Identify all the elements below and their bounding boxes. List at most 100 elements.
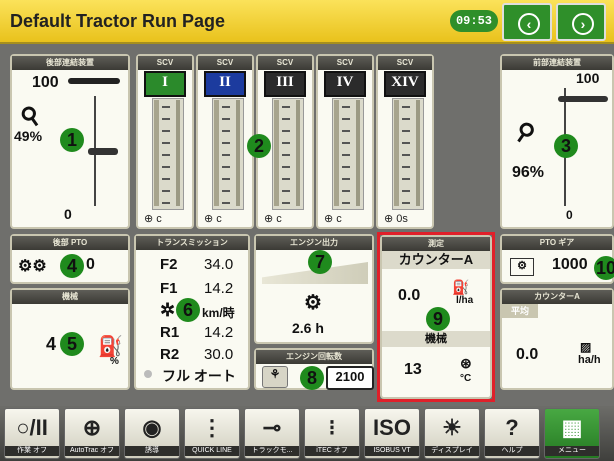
implement-value: 4 [46, 334, 57, 354]
callout-9: 9 [426, 307, 450, 331]
transmission-panel[interactable]: トランスミッション F2 34.0 F1 14.2 ✲ km/時 6 R1 14… [134, 234, 250, 390]
counter-a-value: 0.0 [516, 346, 539, 363]
scv-panel[interactable]: SCV II ⊕ c [196, 54, 254, 229]
toolbar-button[interactable]: ⋮ QUICK LINE [184, 408, 240, 459]
callout-3: 3 [554, 134, 578, 158]
callout-10: 10 [594, 256, 614, 280]
scv-flow-fill [214, 100, 219, 206]
toolbar-label: AutoTrac オフ [65, 446, 119, 456]
scv-tick [342, 130, 350, 132]
toolbar-icon: ◉ [142, 415, 162, 440]
scv-tick [402, 118, 410, 120]
mode-indicator-icon [144, 370, 152, 378]
scv-label: XIV [384, 71, 426, 97]
scv-footer: ⊕ c [324, 212, 342, 225]
engine-output-panel[interactable]: エンジン出力 7 ⚙ 2.6 h [254, 234, 374, 344]
scv-label: I [144, 71, 186, 97]
pto-gear-header: PTO ギア [502, 236, 612, 250]
arrow-right-icon: › [572, 13, 594, 35]
toolbar-icon: ? [505, 415, 519, 440]
prev-page-button[interactable]: ‹ [502, 3, 552, 41]
hitch-top-marker-icon [68, 78, 120, 84]
rear-pto-panel[interactable]: 後部 PTO ⚙⚙ 4 0 [10, 234, 130, 284]
scv-header: SCV [378, 56, 432, 70]
scv-tick [222, 154, 230, 156]
scv-flow-fill [356, 100, 360, 206]
front-hitch-level-marker [558, 96, 608, 102]
engine-icon: ⚙ [304, 292, 322, 314]
fuel-area-icon: ⛽ [452, 279, 470, 295]
counter-a-panel[interactable]: カウンターA 平均 0.0 ▨ ha/h [500, 288, 614, 390]
implement-panel[interactable]: 機械 4 5 ⛽ % [10, 288, 130, 390]
scv-tick [402, 142, 410, 144]
average-tab[interactable]: 平均 [502, 304, 538, 318]
fuel-rate-value: 0.0 [398, 287, 421, 304]
front-hitch-top-value: 100 [576, 70, 600, 86]
speed-unit: km/時 [202, 306, 235, 320]
scv-tick [402, 130, 410, 132]
scv-tick [222, 142, 230, 144]
toolbar-label: iTEC オフ [305, 446, 359, 456]
rear-hitch-top-value: 100 [32, 74, 59, 91]
toolbar-label: QUICK LINE [185, 446, 239, 456]
timer-icon: ⊕ [144, 213, 154, 225]
toolbar-icon: ⊸ [262, 415, 282, 440]
toolbar-button[interactable]: ? ヘルプ [484, 408, 540, 459]
toolbar-button[interactable]: ○/II 作業 オフ [4, 408, 60, 459]
scv-tick [342, 178, 350, 180]
scv-tick [162, 142, 170, 144]
scv-panel[interactable]: SCV I ⊕ c [136, 54, 194, 229]
timer-icon: ⊕ [204, 213, 214, 225]
area-rate-icon: ▨ [580, 340, 592, 354]
measurement-header: 測定 [382, 237, 490, 251]
page-title: Default Tractor Run Page [10, 11, 226, 31]
scv-tick [162, 190, 170, 192]
thermometer-icon: ⊛ [460, 355, 472, 371]
toolbar-button[interactable]: ▦ メニュー [544, 408, 600, 459]
rear-hitch-panel[interactable]: 後部連結装置 100 ⚲ 49% 1 0 [10, 54, 130, 229]
scv-tick [402, 178, 410, 180]
scv-tick [342, 142, 350, 144]
next-page-button[interactable]: › [556, 3, 606, 41]
toolbar-button[interactable]: ◉ 誘導 [124, 408, 180, 459]
scv-tick [282, 190, 290, 192]
scv-flow-fill [236, 100, 240, 206]
scv-tick [222, 166, 230, 168]
scv-tick [162, 178, 170, 180]
callout-4: 4 [60, 254, 84, 278]
gear-speed: 14.2 [204, 324, 234, 341]
toolbar-label: 作業 オフ [5, 446, 59, 456]
timer-icon: ⊕ [264, 213, 274, 225]
scv-flow-fill [394, 100, 399, 206]
front-hitch-panel[interactable]: 前部連結装置 100 ⚲ 3 96% 0 [500, 54, 614, 229]
scv-tick [222, 130, 230, 132]
scv-panel[interactable]: SCV IV ⊕ c [316, 54, 374, 229]
timer-icon: ⊕ [324, 213, 334, 225]
scv-tick [342, 202, 350, 204]
scv-label: IV [324, 71, 366, 97]
transmission-header: トランスミッション [136, 236, 248, 250]
scv-tick [402, 154, 410, 156]
scv-tick [342, 118, 350, 120]
engine-rpm-panel[interactable]: エンジン回転数 ⚘ 8 2100 [254, 348, 374, 390]
scv-tick [282, 202, 290, 204]
scv-tick [342, 190, 350, 192]
scv-header: SCV [318, 56, 372, 70]
toolbar-icon: ▦ [561, 415, 583, 440]
rpm-preset-icon[interactable]: ⚘ [262, 366, 288, 388]
toolbar-button[interactable]: ISO ISOBUS VT [364, 408, 420, 459]
engine-rpm-value[interactable]: 2100 [326, 366, 374, 390]
scv-flow-fill [334, 100, 339, 206]
scv-tick [162, 118, 170, 120]
scv-panel[interactable]: SCV XIV ⊕ 0s [376, 54, 434, 229]
toolbar-button[interactable]: ⁝ iTEC オフ [304, 408, 360, 459]
pto-gear-panel[interactable]: PTO ギア ⚙ 1000 10 [500, 234, 614, 284]
scv-tick [402, 190, 410, 192]
scv-tick [222, 190, 230, 192]
toolbar-button[interactable]: ⊸ トラックモ... [244, 408, 300, 459]
toolbar-button[interactable]: ☀ ディスプレイ [424, 408, 480, 459]
toolbar-button[interactable]: ⊕ AutoTrac オフ [64, 408, 120, 459]
scv-tick [282, 154, 290, 156]
counter-label: カウンターA [382, 251, 490, 269]
measurement-panel[interactable]: 測定 カウンターA 0.0 ⛽ l/ha 9 機械 13 ⊛ °C [380, 235, 492, 399]
